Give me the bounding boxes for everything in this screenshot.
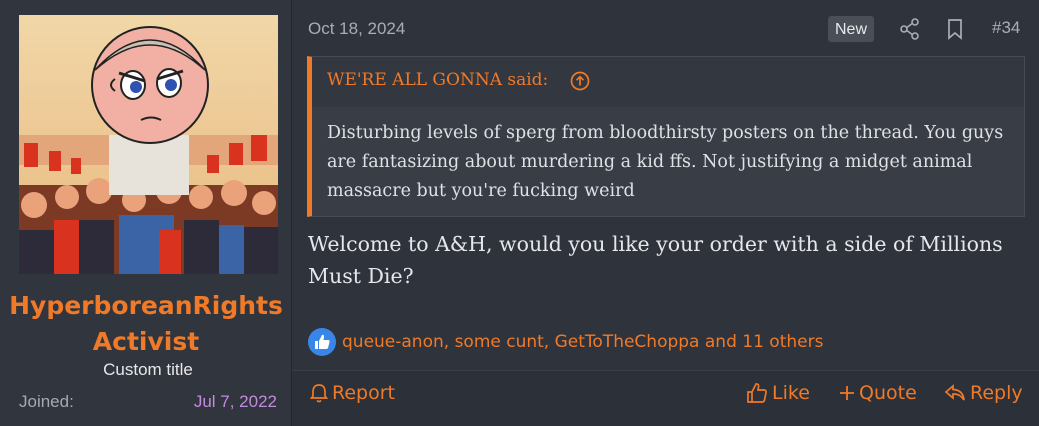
username[interactable]: HyperboreanRights Activist — [0, 288, 292, 360]
report-button[interactable]: Report — [310, 382, 395, 404]
arrow-up-circle-icon[interactable] — [570, 71, 590, 91]
quote-header: WE'RE ALL GONNA said: — [312, 57, 1024, 107]
new-badge: New — [828, 16, 875, 42]
thumbs-up-icon — [747, 383, 767, 403]
post-date[interactable]: Oct 18, 2024 — [308, 19, 405, 39]
post-actions: Report Like Quote Reply — [292, 370, 1039, 426]
reactions-bar[interactable]: queue-anon, some cunt, GetToTheChoppa an… — [307, 326, 823, 358]
like-button[interactable]: Like — [746, 382, 810, 404]
custom-title: Custom title — [103, 360, 193, 379]
bookmark-icon[interactable] — [946, 18, 964, 40]
user-panel: HyperboreanRights Activist Custom title … — [0, 0, 292, 426]
quote-label: Quote — [859, 382, 917, 404]
plus-icon — [840, 386, 854, 400]
quote-block: WE'RE ALL GONNA said: Disturbing levels … — [307, 56, 1025, 217]
quote-author[interactable]: WE'RE ALL GONNA said: — [327, 70, 548, 90]
bell-icon — [310, 384, 328, 403]
share-icon[interactable] — [900, 18, 920, 40]
reply-icon — [944, 384, 965, 401]
joined-date: Jul 7, 2022 — [193, 392, 277, 411]
avatar[interactable] — [19, 15, 278, 274]
joined-label: Joined: — [19, 392, 74, 411]
forum-post: HyperboreanRights Activist Custom title … — [0, 0, 1039, 426]
quote-text: Disturbing levels of sperg from bloodthi… — [327, 123, 1004, 201]
like-reaction-icon — [307, 327, 337, 357]
reply-label: Reply — [970, 382, 1023, 404]
post-message: Welcome to A&H, would you like your orde… — [308, 232, 1003, 288]
reactions-list[interactable]: queue-anon, some cunt, GetToTheChoppa an… — [342, 332, 823, 352]
reply-button[interactable]: Reply — [944, 382, 1023, 404]
like-label: Like — [772, 382, 810, 404]
post-number[interactable]: #34 — [992, 18, 1020, 38]
quote-button[interactable]: Quote — [839, 382, 917, 404]
report-label: Report — [332, 382, 395, 404]
